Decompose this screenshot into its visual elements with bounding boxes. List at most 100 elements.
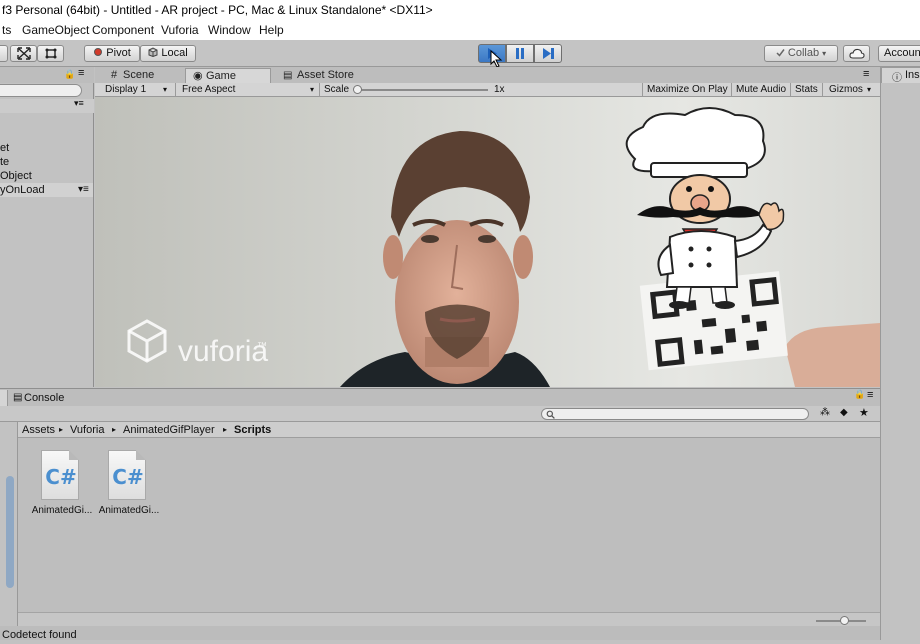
collab-dropdown[interactable]: Collab ▾: [764, 45, 838, 62]
aspect-dropdown[interactable]: Free Aspect: [182, 83, 235, 97]
tab-inspector[interactable]: ⓘ Insp: [881, 67, 920, 84]
scene-menu-icon[interactable]: ▾≡: [74, 98, 84, 109]
breadcrumb-scripts[interactable]: Scripts: [234, 422, 271, 438]
mouse-cursor-icon: [490, 50, 503, 68]
divider: [319, 83, 320, 97]
pivot-toggle[interactable]: Pivot: [84, 45, 140, 62]
scene-grid-icon: #: [111, 69, 118, 81]
account-dropdown[interactable]: Accoun: [878, 45, 920, 62]
scene-header-row[interactable]: ▾≡: [0, 98, 94, 113]
menu-bar: ts GameObject Component Vuforia Window H…: [0, 20, 920, 40]
pivot-icon: [94, 48, 103, 56]
bottom-tabs: ▤ Console 🔒 ≡: [0, 388, 880, 406]
maximize-on-play-toggle[interactable]: Maximize On Play: [647, 83, 728, 97]
tab-game[interactable]: ◉ Game: [185, 68, 271, 83]
game-toolbar: Display 1 ▾ Free Aspect ▾ Scale 1x Maxim…: [95, 83, 880, 97]
breadcrumb-assets[interactable]: Assets: [22, 422, 55, 438]
breadcrumb-vuforia[interactable]: Vuforia: [70, 422, 104, 438]
chevron-down-icon: ▾: [163, 85, 168, 94]
vuforia-trademark: ™: [257, 341, 267, 352]
panel-menu-icon[interactable]: ≡: [863, 68, 869, 80]
hierarchy-item[interactable]: te: [0, 155, 9, 169]
rect-tool-button[interactable]: [37, 45, 64, 62]
favorite-star-icon[interactable]: ★: [859, 406, 869, 419]
tab-project[interactable]: [0, 390, 8, 406]
folder-tree: [0, 422, 18, 626]
stats-toggle[interactable]: Stats: [795, 83, 818, 97]
scale-slider-track[interactable]: [356, 89, 488, 91]
gizmos-dropdown[interactable]: Gizmos: [829, 83, 863, 97]
asset-grid: C# AnimatedGi... C# AnimatedGi...: [18, 438, 880, 612]
tab-console-label: Console: [24, 392, 65, 404]
tab-scene-label: Scene: [123, 69, 155, 81]
pause-icon: [516, 48, 524, 59]
scrollbar-thumb[interactable]: [6, 476, 14, 588]
hierarchy-search-input[interactable]: [0, 84, 82, 97]
scene-tabs: # Scene ◉ Game ▤ Asset Store ≡: [95, 67, 880, 83]
tab-asset-store[interactable]: ▤ Asset Store: [277, 68, 377, 83]
menu-assets[interactable]: ts: [2, 20, 11, 40]
cloud-button[interactable]: [843, 45, 870, 62]
breadcrumb: Assets ▸ Vuforia ▸ AnimatedGifPlayer ▸ S…: [18, 422, 880, 438]
scale-slider-thumb[interactable]: [353, 85, 362, 94]
scale-label: Scale: [324, 84, 350, 95]
step-button[interactable]: [534, 44, 562, 63]
hierarchy-item[interactable]: Object: [0, 169, 32, 183]
panel-menu-icon[interactable]: ≡: [867, 389, 873, 401]
tab-game-label: Game: [206, 70, 236, 82]
divider: [822, 83, 823, 97]
local-label: Local: [161, 47, 188, 59]
panel-menu-icon[interactable]: ≡: [78, 67, 84, 79]
hierarchy-item-label: yOnLoad: [0, 184, 45, 196]
search-icon: [546, 410, 555, 419]
pause-button[interactable]: [506, 44, 534, 63]
display-dropdown[interactable]: Display 1: [105, 83, 146, 97]
info-icon: ⓘ: [892, 73, 902, 84]
asset-item[interactable]: C# AnimatedGi...: [88, 448, 159, 518]
rect-tool-icon: [45, 48, 56, 59]
scale-tool-button[interactable]: [10, 45, 37, 62]
asset-zoom-bar: [18, 612, 880, 626]
console-icon: ▤: [13, 392, 23, 403]
lock-icon[interactable]: 🔒: [64, 69, 75, 80]
game-icon: ◉: [193, 70, 203, 82]
asset-item[interactable]: C# AnimatedGi...: [21, 448, 92, 518]
menu-gameobject[interactable]: GameObject: [22, 20, 89, 40]
tab-asset-store-label: Asset Store: [297, 69, 354, 81]
csharp-script-icon: C#: [108, 450, 146, 500]
hierarchy-item-selected[interactable]: yOnLoad ▾≡: [0, 183, 93, 197]
inspector-panel: ⓘ Insp: [880, 67, 920, 640]
lock-icon[interactable]: 🔒: [854, 389, 865, 400]
window-title: f3 Personal (64bit) - Untitled - AR proj…: [0, 0, 920, 20]
step-icon: [543, 48, 554, 59]
cloud-icon: [848, 48, 865, 59]
store-bag-icon: ▤: [283, 70, 293, 81]
filter-by-label-icon[interactable]: ◆: [840, 407, 848, 418]
menu-vuforia[interactable]: Vuforia: [161, 20, 199, 40]
filter-by-type-icon[interactable]: ⁂: [820, 407, 830, 418]
item-menu-icon[interactable]: ▾≡: [78, 183, 89, 197]
project-search-input[interactable]: [541, 408, 809, 420]
chevron-down-icon: ▾: [867, 85, 872, 94]
main-toolbar: Pivot Local Collab ▾ Accoun: [0, 40, 920, 68]
zoom-slider-thumb[interactable]: [840, 616, 849, 625]
account-label: Accoun: [884, 47, 920, 59]
game-view[interactable]: vuforia ™: [95, 97, 880, 387]
divider: [790, 83, 791, 97]
asset-label: AnimatedGi...: [98, 505, 160, 516]
playback-controls: [478, 44, 562, 68]
divider: [175, 83, 176, 97]
tab-console[interactable]: ▤ Console: [10, 390, 88, 406]
rotate-tool-button[interactable]: [0, 45, 8, 62]
collab-label: Collab: [787, 47, 820, 59]
status-bar: Codetect found: [0, 626, 880, 641]
tab-scene[interactable]: # Scene: [103, 68, 183, 83]
menu-component[interactable]: Component: [92, 20, 154, 40]
hierarchy-tabbar: 🔒 ≡: [0, 67, 94, 83]
breadcrumb-animatedgifplayer[interactable]: AnimatedGifPlayer: [123, 422, 215, 438]
menu-help[interactable]: Help: [259, 20, 284, 40]
mute-audio-toggle[interactable]: Mute Audio: [736, 83, 786, 97]
local-toggle[interactable]: Local: [140, 45, 196, 62]
menu-window[interactable]: Window: [208, 20, 251, 40]
hierarchy-item[interactable]: et: [0, 141, 9, 155]
